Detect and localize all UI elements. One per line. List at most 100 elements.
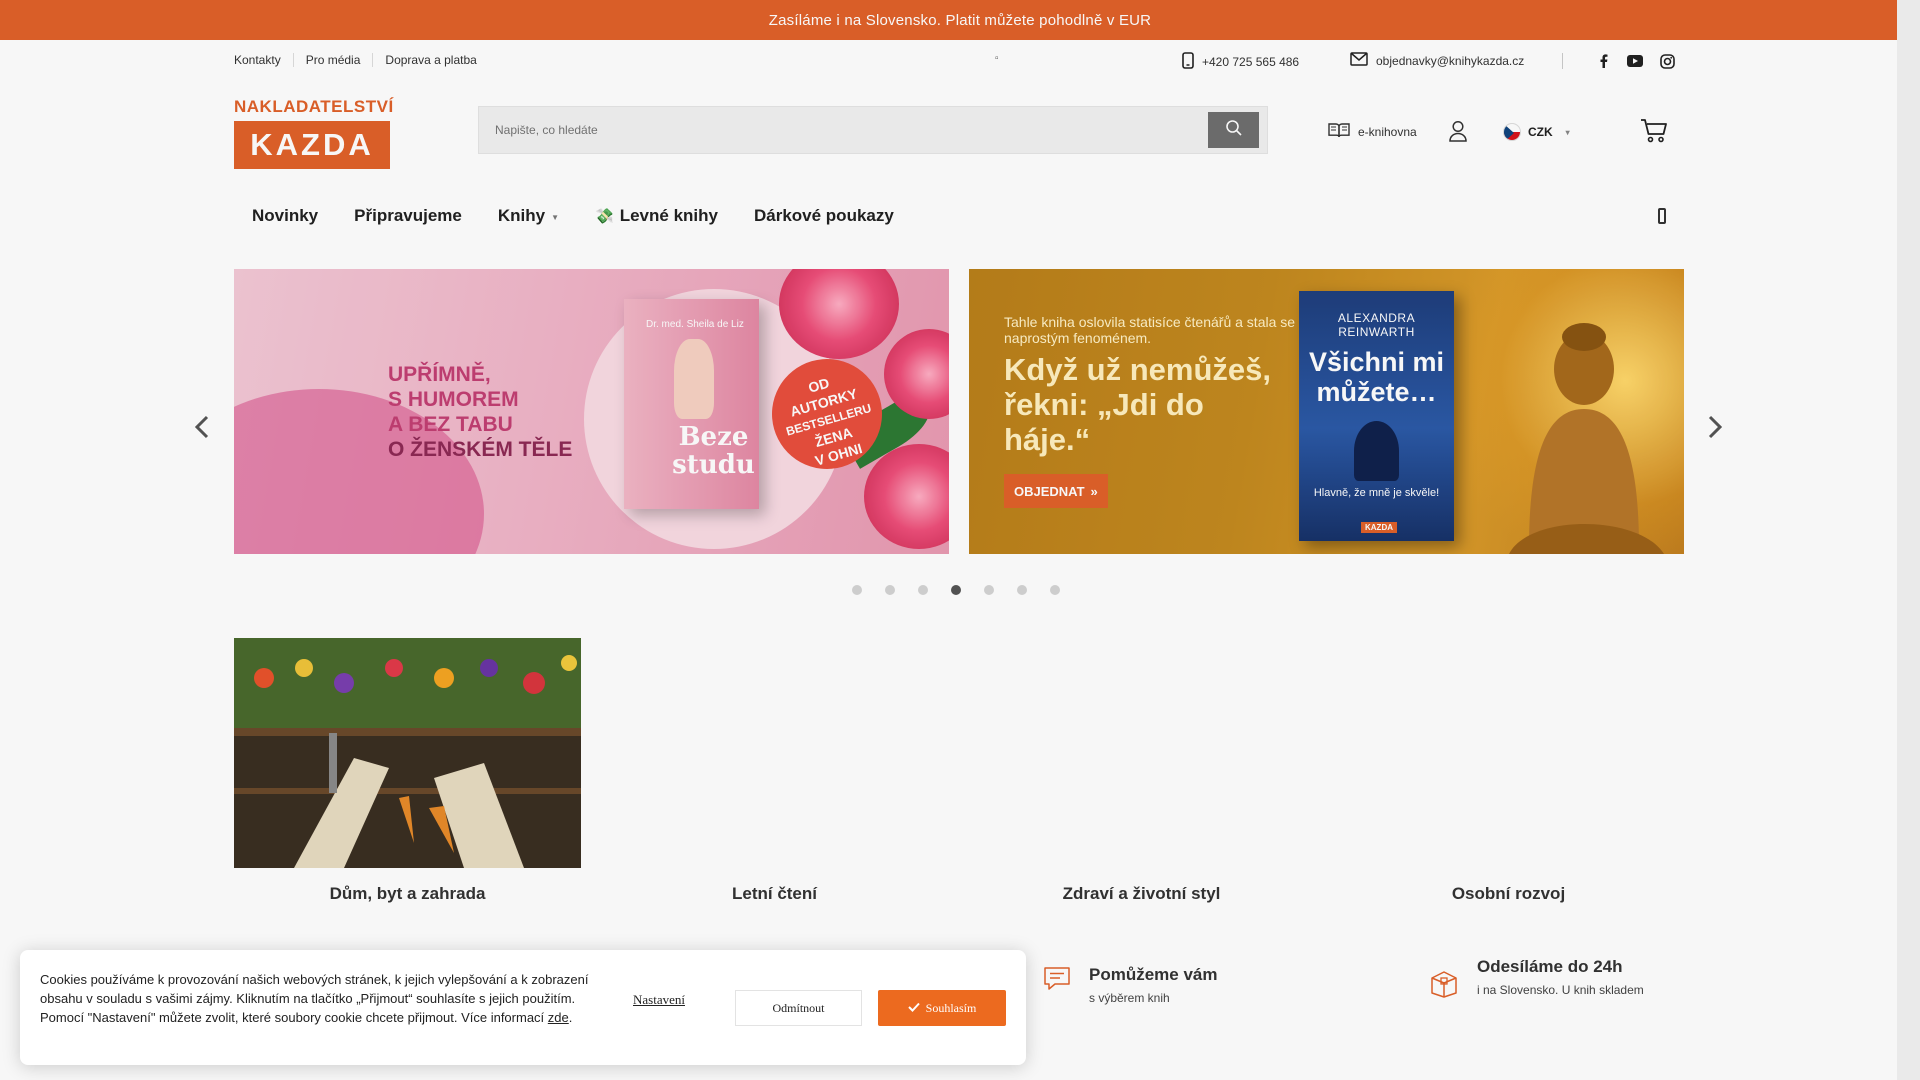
currency-label: CZK [1528,125,1553,139]
book-cover-beze-studu: Dr. med. Sheila de Liz Beze studu [624,299,759,509]
nav-item-knihy[interactable]: Knihy ▼ [480,195,577,237]
czech-flag-icon [1503,123,1521,141]
promo-bar: Zasíláme i na Slovensko. Platit můžete p… [0,0,1920,40]
category-image-dum-byt-zahrada[interactable] [234,638,581,868]
slide-headline: Když už nemůžeš, řekni: „Jdi do háje.“ [1004,352,1271,457]
nav-toggle-icon[interactable] [1658,208,1666,224]
carousel-prev-button[interactable] [192,414,212,444]
logo-wordmark: KAZDA [234,121,390,169]
chevron-left-icon [194,415,209,444]
cart-icon [1640,119,1668,148]
benefit-title: Odesíláme do 24h [1477,957,1623,976]
benefit-text: Pomůžeme vám s výběrem knih [1089,965,1218,1007]
slide-tagline: UPŘÍMNĚ, S HUMOREM A BEZ TABU O ŽENSKÉM … [388,362,572,462]
check-icon [907,1001,920,1016]
link-pro-media[interactable]: Pro média [292,53,373,67]
carousel-next-button[interactable] [1705,414,1725,444]
search-button[interactable] [1208,112,1259,148]
carousel-slide-beze-studu[interactable]: UPŘÍMNĚ, S HUMOREM A BEZ TABU O ŽENSKÉM … [234,269,949,554]
utility-bar: Kontakty Pro média Doprava a platba ▫ +4… [0,40,1920,82]
ebook-library-label: e-knihovna [1358,124,1417,139]
nav-label: Novinky [252,206,319,225]
email-contact[interactable]: objednavky@knihykazda.cz [1350,52,1524,69]
money-icon: 💸 [595,208,614,225]
benefit-desc: s výběrem knih [1089,991,1170,1005]
site-logo[interactable]: NAKLADATELSTVÍ KAZDA [234,97,394,169]
youtube-icon[interactable] [1626,52,1644,70]
email-address: objednavky@knihykazda.cz [1376,53,1525,68]
category-title[interactable]: Letní čtení [601,884,948,904]
cookie-info-link[interactable]: zde [548,1010,569,1025]
book-author: ALEXANDRA REINWARTH [1337,311,1416,339]
search-input[interactable] [479,107,1179,153]
carousel-dot[interactable] [984,585,994,595]
cookie-message: Cookies používáme k provozování našich w… [40,972,589,1025]
chevron-right-icon [1708,415,1723,444]
cookie-accept-label: Souhlasím [925,1000,977,1015]
cart-button[interactable] [1640,118,1668,149]
figure-illustration [674,339,714,419]
cookie-settings-button[interactable]: Nastavení [633,992,685,1008]
utility-divider [1562,53,1563,69]
tagline-line: O ŽENSKÉM TĚLE [388,438,573,461]
account-button[interactable] [1448,120,1468,147]
user-icon [1448,120,1468,146]
cookie-accept-button[interactable]: Souhlasím [878,990,1006,1026]
book-title: Všichni mi můžete… [1308,347,1445,407]
benefit-text: Odesíláme do 24h i na Slovensko. U knih … [1477,957,1647,1004]
phone-number: +420 725 565 486 [1202,55,1300,69]
carousel-dot[interactable] [1017,585,1027,595]
nav-label: Dárkové poukazy [753,206,894,225]
chevron-down-icon: ▼ [551,213,560,222]
box-icon [1429,969,1459,1004]
facebook-icon[interactable] [1594,52,1612,70]
tagline-line: UPŘÍMNĚ, [388,363,491,386]
instagram-icon[interactable] [1658,52,1676,70]
nav-item-darkove-poukazy[interactable]: Dárkové poukazy [736,195,912,237]
rose-decor [864,444,949,549]
book-subtitle: Hlavně, že mně je skvěle! [1313,487,1440,499]
category-title[interactable]: Osobní rozvoj [1335,884,1682,904]
utility-links: Kontakty Pro média Doprava a platba [234,53,489,67]
cookie-decline-button[interactable]: Odmítnout [735,990,862,1026]
ebook-library-link[interactable]: e-knihovna [1328,122,1417,141]
currency-selector[interactable]: CZK ▾ [1503,123,1570,141]
book-cover-vsichni-mi-muzete: ALEXANDRA REINWARTH Všichni mi můžete… H… [1299,291,1454,541]
carousel-dot[interactable] [885,585,895,595]
link-doprava-a-platba[interactable]: Doprava a platba [372,53,488,67]
book-title: Beze studu [672,422,755,480]
order-button-label: OBJEDNAT [1014,483,1085,499]
nav-item-levne-knihy[interactable]: 💸 Levné knihy [577,195,736,237]
chat-icon [1043,965,1071,1007]
phone-icon [1182,52,1194,72]
tagline-line: A BEZ TABU [388,413,513,436]
carousel-dot[interactable] [918,585,928,595]
search-bar [478,106,1268,154]
chevron-down-icon: ▾ [1565,127,1570,137]
benefit-desc: i na Slovensko. U knih skladem [1477,983,1644,997]
benefit-help: Pomůžeme vám s výběrem knih [1043,965,1218,1007]
search-icon [1225,119,1243,142]
carousel-dot-active[interactable] [951,585,961,595]
category-title[interactable]: Zdraví a životní styl [968,884,1315,904]
scrollbar[interactable] [1897,0,1920,1080]
order-button[interactable]: OBJEDNAT » [1004,474,1108,508]
nav-item-novinky[interactable]: Novinky [234,195,336,237]
utility-placeholder: ▫ [995,53,999,64]
phone-contact[interactable]: +420 725 565 486 [1182,52,1299,72]
benefit-title: Pomůžeme vám [1089,965,1218,984]
carousel-dot[interactable] [1050,585,1060,595]
nav-label: Levné knihy [619,206,718,225]
category-title[interactable]: Dům, byt a zahrada [234,884,581,904]
link-kontakty[interactable]: Kontakty [234,53,293,67]
book-author: Dr. med. Sheila de Liz [646,319,744,330]
logo-subtitle: NAKLADATELSTVÍ [234,97,394,116]
book-icon [1328,122,1350,141]
nav-item-pripravujeme[interactable]: Připravujeme [336,195,480,237]
meditating-figure [1354,421,1399,481]
double-chevron-icon: » [1090,483,1098,499]
carousel-slide-vsichni-mi-muzete[interactable]: Tahle kniha oslovila statisíce čtenářů a… [969,269,1684,554]
carousel-dot[interactable] [852,585,862,595]
slide-lead: Tahle kniha oslovila statisíce čtenářů a… [1004,314,1296,346]
mail-icon [1350,52,1368,69]
